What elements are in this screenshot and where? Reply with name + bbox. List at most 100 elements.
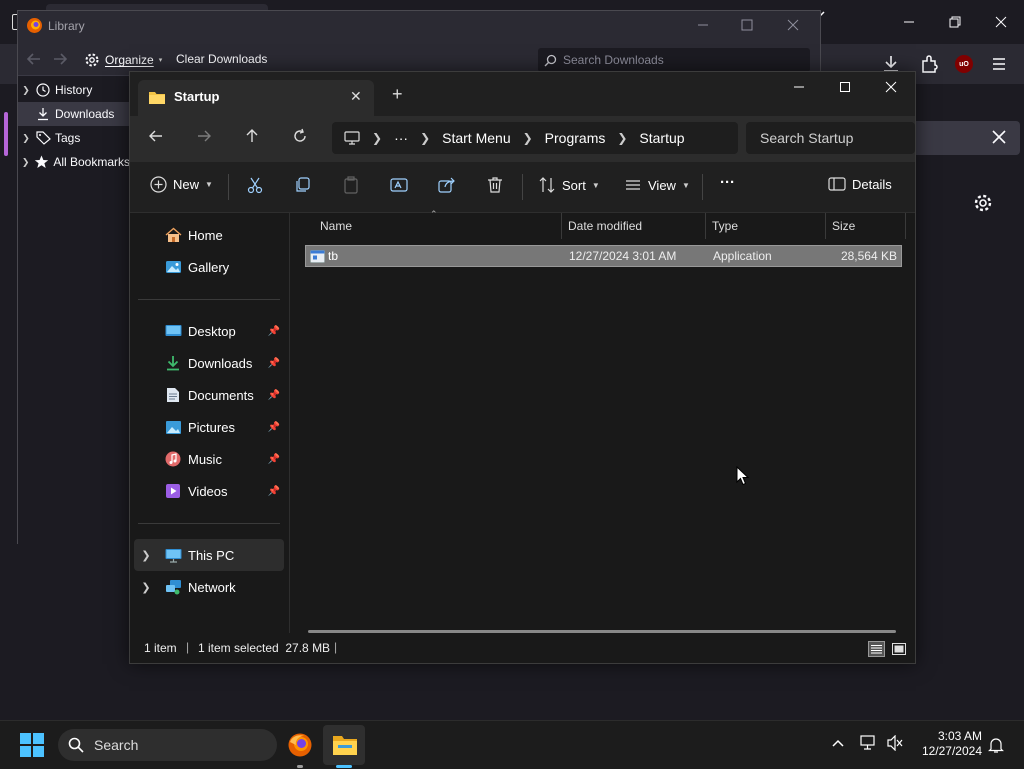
hamburger-menu-icon[interactable] [990, 55, 1008, 73]
refresh-icon[interactable] [292, 128, 308, 144]
explorer-close-button[interactable] [868, 72, 914, 102]
divider [522, 174, 523, 200]
show-hidden-icons-chevron-icon[interactable] [830, 735, 846, 751]
column-header-date-modified[interactable]: Date modified [562, 213, 706, 239]
command-bar: New ▼ Sort ▼ View ▼ ··· Details [130, 162, 915, 213]
volume-muted-icon[interactable] [886, 735, 904, 751]
column-header-name[interactable]: Name [314, 213, 562, 239]
nav-item-gallery[interactable]: Gallery [134, 251, 284, 283]
nav-label: Desktop [188, 323, 236, 339]
explorer-minimize-button[interactable] [776, 72, 822, 102]
tree-item-tags[interactable]: ❯ Tags [18, 126, 130, 150]
explorer-maximize-button[interactable] [822, 72, 868, 102]
table-row[interactable]: tb 12/27/2024 3:01 AM Application 28,564… [305, 245, 902, 267]
column-header-type[interactable]: Type [706, 213, 826, 239]
firefox-restore-button[interactable] [932, 0, 978, 44]
copy-button[interactable] [294, 176, 312, 194]
search-icon [544, 54, 557, 66]
chevron-right-icon[interactable]: ❯ [523, 131, 533, 145]
nav-item-network[interactable]: ❯ Network [134, 571, 284, 603]
library-title: Library [48, 19, 85, 33]
ublock-origin-icon[interactable]: uO [955, 55, 973, 73]
rename-button[interactable] [390, 176, 408, 194]
tab-close-icon[interactable]: ✕ [350, 88, 362, 105]
tree-item-all-bookmarks[interactable]: ❯ All Bookmarks [18, 150, 130, 174]
nav-item-this-pc[interactable]: ❯ This PC [134, 539, 284, 571]
sort-button[interactable]: Sort ▼ [538, 176, 600, 194]
new-tab-icon[interactable]: + [392, 84, 403, 105]
windows-start-icon[interactable] [20, 733, 44, 757]
chevron-right-icon[interactable]: ❯ [617, 131, 627, 145]
see-more-button[interactable]: ··· [720, 174, 735, 191]
pin-icon[interactable]: 📌 [268, 422, 280, 433]
nav-item-downloads[interactable]: Downloads 📌 [134, 347, 284, 379]
tab-startup[interactable]: Startup ✕ [138, 80, 374, 116]
address-bar[interactable]: ❯ ··· ❯ Start Menu ❯ Programs ❯ Startup [332, 122, 738, 154]
firefox-taskbar-icon[interactable] [287, 732, 313, 758]
pin-icon[interactable]: 📌 [268, 326, 280, 337]
nav-item-pictures[interactable]: Pictures 📌 [134, 411, 284, 443]
view-button[interactable]: View ▼ [624, 176, 690, 194]
details-pane-icon [828, 177, 846, 191]
clear-downloads-button[interactable]: Clear Downloads [176, 52, 267, 66]
search-startup-input[interactable]: Search Startup [746, 122, 915, 154]
download-icon [164, 355, 182, 371]
computer-icon[interactable] [344, 131, 360, 145]
firefox-close-button[interactable] [978, 0, 1024, 44]
nav-item-videos[interactable]: Videos 📌 [134, 475, 284, 507]
paste-button[interactable] [342, 176, 360, 194]
nav-item-desktop[interactable]: Desktop 📌 [134, 315, 284, 347]
new-button[interactable]: New ▼ [150, 176, 213, 193]
details-pane-button[interactable]: Details [828, 176, 892, 192]
back-arrow-icon[interactable] [26, 52, 42, 66]
pin-icon[interactable]: 📌 [268, 486, 280, 497]
gear-icon[interactable] [972, 192, 994, 214]
pin-icon[interactable]: 📌 [268, 390, 280, 401]
firefox-minimize-button[interactable] [886, 0, 932, 44]
sort-icon [539, 177, 555, 193]
expand-chevron-icon[interactable]: ❯ [134, 549, 158, 562]
organize-button[interactable]: Organize ▾ [84, 52, 162, 68]
cut-button[interactable] [246, 176, 264, 194]
nav-item-music[interactable]: Music 📌 [134, 443, 284, 475]
taskbar-clock[interactable]: 3:03 AM 12/27/2024 [920, 729, 982, 759]
breadcrumb-more[interactable]: ··· [394, 130, 408, 146]
nav-label: Videos [188, 483, 228, 499]
network-status-icon[interactable] [860, 735, 878, 751]
forward-arrow-icon[interactable] [196, 128, 212, 144]
file-explorer-taskbar-icon[interactable] [332, 733, 358, 757]
pin-icon[interactable]: 📌 [268, 454, 280, 465]
expand-chevron-icon[interactable]: ❯ [18, 85, 34, 96]
expand-chevron-icon[interactable]: ❯ [18, 133, 34, 144]
tiles-view-icon[interactable] [890, 641, 907, 657]
delete-button[interactable] [486, 176, 504, 194]
breadcrumb-programs[interactable]: Programs [545, 130, 606, 146]
pin-icon[interactable]: 📌 [268, 358, 280, 369]
breadcrumb-start-menu[interactable]: Start Menu [442, 130, 510, 146]
extensions-icon[interactable] [918, 53, 940, 75]
close-icon[interactable] [986, 124, 1012, 150]
details-view-icon[interactable] [868, 641, 885, 657]
tree-item-downloads[interactable]: Downloads [18, 102, 130, 126]
share-button[interactable] [438, 176, 456, 194]
up-arrow-icon[interactable] [244, 128, 260, 144]
column-header-size[interactable]: Size [826, 213, 906, 239]
expand-chevron-icon[interactable]: ❯ [134, 581, 158, 594]
notification-bell-icon[interactable] [988, 736, 1004, 754]
tree-item-history[interactable]: ❯ History [18, 78, 130, 102]
back-arrow-icon[interactable] [148, 128, 164, 144]
expand-chevron-icon[interactable]: ❯ [18, 157, 33, 168]
chevron-right-icon[interactable]: ❯ [372, 131, 382, 145]
nav-item-documents[interactable]: Documents 📌 [134, 379, 284, 411]
nav-label: Documents [188, 387, 254, 403]
library-maximize-button[interactable] [740, 15, 754, 35]
search-downloads-input[interactable]: Search Downloads [538, 48, 810, 72]
library-minimize-button[interactable] [696, 15, 710, 35]
nav-item-home[interactable]: Home [134, 219, 284, 251]
library-close-button[interactable] [786, 15, 800, 35]
breadcrumb-startup[interactable]: Startup [639, 130, 684, 146]
taskbar-search-box[interactable]: Search [58, 729, 277, 761]
chevron-right-icon[interactable]: ❯ [420, 131, 430, 145]
forward-arrow-icon[interactable] [52, 52, 68, 66]
gallery-icon [164, 259, 182, 275]
